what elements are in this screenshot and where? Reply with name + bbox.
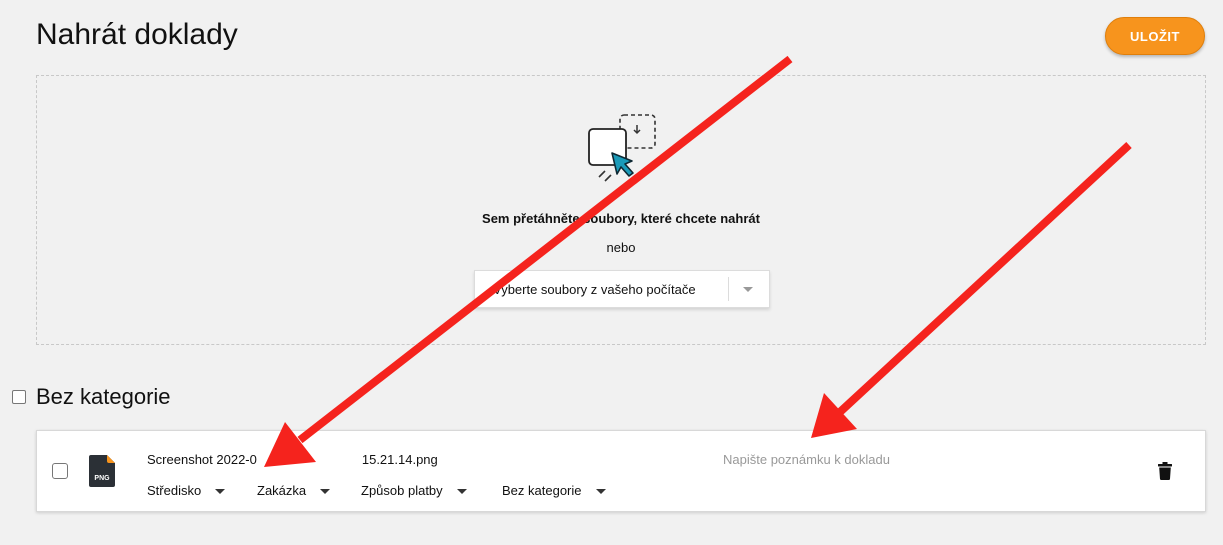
dropzone-or-label: nebo (606, 240, 636, 255)
trash-icon[interactable] (1158, 462, 1172, 480)
category-select-all-checkbox[interactable] (12, 390, 26, 404)
select-zakazka-label: Zakázka (257, 483, 307, 498)
file-type-label: PNG (94, 475, 110, 482)
file-picker-separator (728, 277, 729, 301)
chevron-down-icon (595, 489, 606, 495)
save-button[interactable]: ULOŽIT (1105, 17, 1205, 55)
select-stredisko[interactable]: Středisko (147, 483, 226, 498)
chevron-down-icon[interactable] (743, 287, 753, 292)
select-stredisko-label: Středisko (147, 483, 202, 498)
chevron-down-icon (215, 489, 226, 495)
file-picker-button[interactable]: Vyberte soubory z vašeho počítače (474, 270, 770, 308)
file-picker-label: Vyberte soubory z vašeho počítače (493, 282, 696, 297)
document-file-name: Screenshot 2022-0 15.21.14.png (147, 452, 438, 467)
file-name-tail: 15.21.14.png (361, 452, 438, 467)
document-note-input[interactable]: Napište poznámku k dokladu (723, 452, 890, 467)
select-zpusob-platby[interactable]: Způsob platby (361, 483, 467, 498)
file-dropzone[interactable]: Sem přetáhněte soubory, které chcete nah… (36, 75, 1206, 345)
chevron-down-icon (320, 489, 331, 495)
select-kategorie-label: Bez kategorie (502, 483, 582, 498)
dropzone-instruction: Sem přetáhněte soubory, které chcete nah… (482, 211, 760, 226)
page-title: Nahrát doklady (36, 18, 238, 51)
file-name-head: Screenshot 2022-0 (147, 452, 257, 467)
select-kategorie[interactable]: Bez kategorie (502, 483, 606, 498)
document-row: PNG Screenshot 2022-0 15.21.14.png Napišt… (36, 430, 1206, 512)
chevron-down-icon (456, 489, 467, 495)
document-checkbox[interactable] (52, 463, 68, 479)
png-file-icon: PNG (89, 455, 115, 487)
category-title: Bez kategorie (36, 384, 171, 409)
select-zpusob-platby-label: Způsob platby (361, 483, 443, 498)
drag-drop-icon (588, 114, 656, 182)
select-zakazka[interactable]: Zakázka (257, 483, 331, 498)
